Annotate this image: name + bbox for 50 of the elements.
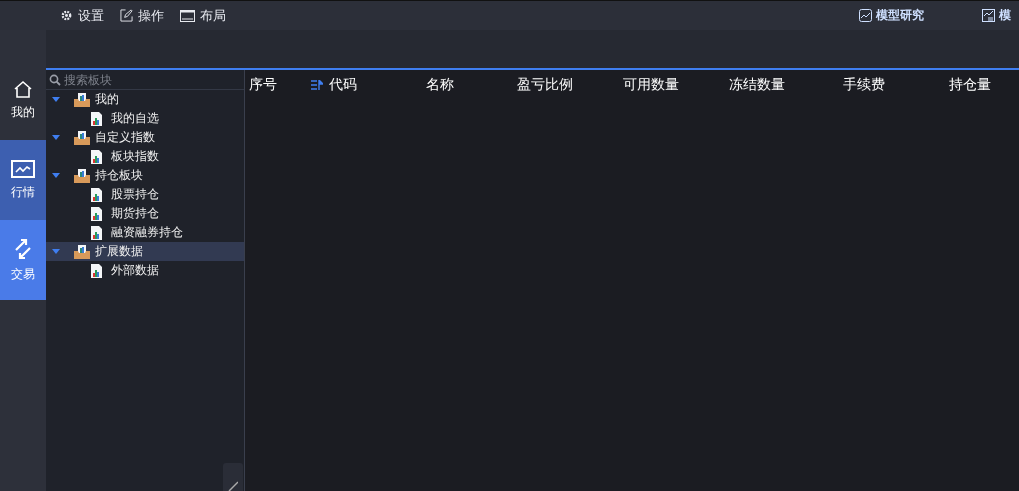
report-icon <box>982 9 995 22</box>
column-header[interactable]: 序号 <box>249 76 311 94</box>
search-icon <box>49 73 61 86</box>
column-header[interactable]: 手续费 <box>843 76 949 94</box>
folder-icon <box>74 168 90 183</box>
tree-item[interactable]: 我的自选 <box>46 109 244 128</box>
menu-item[interactable]: 操作 <box>120 6 164 25</box>
document-icon <box>91 263 102 278</box>
gear-icon <box>60 9 73 22</box>
document-icon <box>91 187 102 202</box>
document-icon <box>91 111 102 126</box>
column-header[interactable]: 持仓量 <box>949 76 1019 94</box>
tree-folder[interactable]: 自定义指数 <box>46 128 244 147</box>
tree-folder[interactable]: 持仓板块 <box>46 166 244 185</box>
expand-arrow-icon <box>52 172 60 179</box>
chart-icon <box>11 159 35 178</box>
expand-arrow-icon <box>52 96 60 103</box>
nav-item[interactable]: 行情 <box>0 140 46 220</box>
tree-item[interactable]: 融资融券持仓 <box>46 223 244 242</box>
toolbar-tab[interactable]: 模 <box>982 7 1011 24</box>
expand-arrow-icon <box>52 248 60 255</box>
sort-icon <box>311 80 323 90</box>
column-header[interactable]: 盈亏比例 <box>517 76 623 94</box>
menu-item[interactable]: 布局 <box>180 6 226 25</box>
home-icon <box>13 79 33 98</box>
column-header[interactable]: 可用数量 <box>623 76 729 94</box>
search-field[interactable]: 搜索板块 <box>64 72 234 87</box>
chart-icon <box>859 9 872 22</box>
menu-item[interactable]: 设置 <box>60 6 104 25</box>
document-icon <box>91 225 102 240</box>
document-icon <box>91 206 102 221</box>
tree-item[interactable]: 期货持仓 <box>46 204 244 223</box>
tree-folder[interactable]: 扩展数据 <box>46 242 244 261</box>
folder-icon <box>74 92 90 107</box>
tree-folder[interactable]: 我的 <box>46 90 244 109</box>
column-header[interactable]: 名称 <box>426 76 517 94</box>
document-icon <box>91 149 102 164</box>
layout-icon <box>180 9 195 22</box>
column-header[interactable]: 冻结数量 <box>729 76 843 94</box>
nav-item[interactable]: 交易 <box>0 220 46 300</box>
tree-item[interactable]: 股票持仓 <box>46 185 244 204</box>
tree-item[interactable]: 板块指数 <box>46 147 244 166</box>
edit-icon <box>120 9 133 22</box>
expand-arrow-icon <box>52 134 60 141</box>
resize-handle[interactable] <box>223 463 243 491</box>
folder-icon <box>74 244 90 259</box>
tree-item[interactable]: 外部数据 <box>46 261 244 280</box>
toolbar-tab[interactable]: 模型研究 <box>859 7 924 24</box>
column-header[interactable]: 代码 <box>311 76 426 94</box>
folder-icon <box>74 130 90 145</box>
